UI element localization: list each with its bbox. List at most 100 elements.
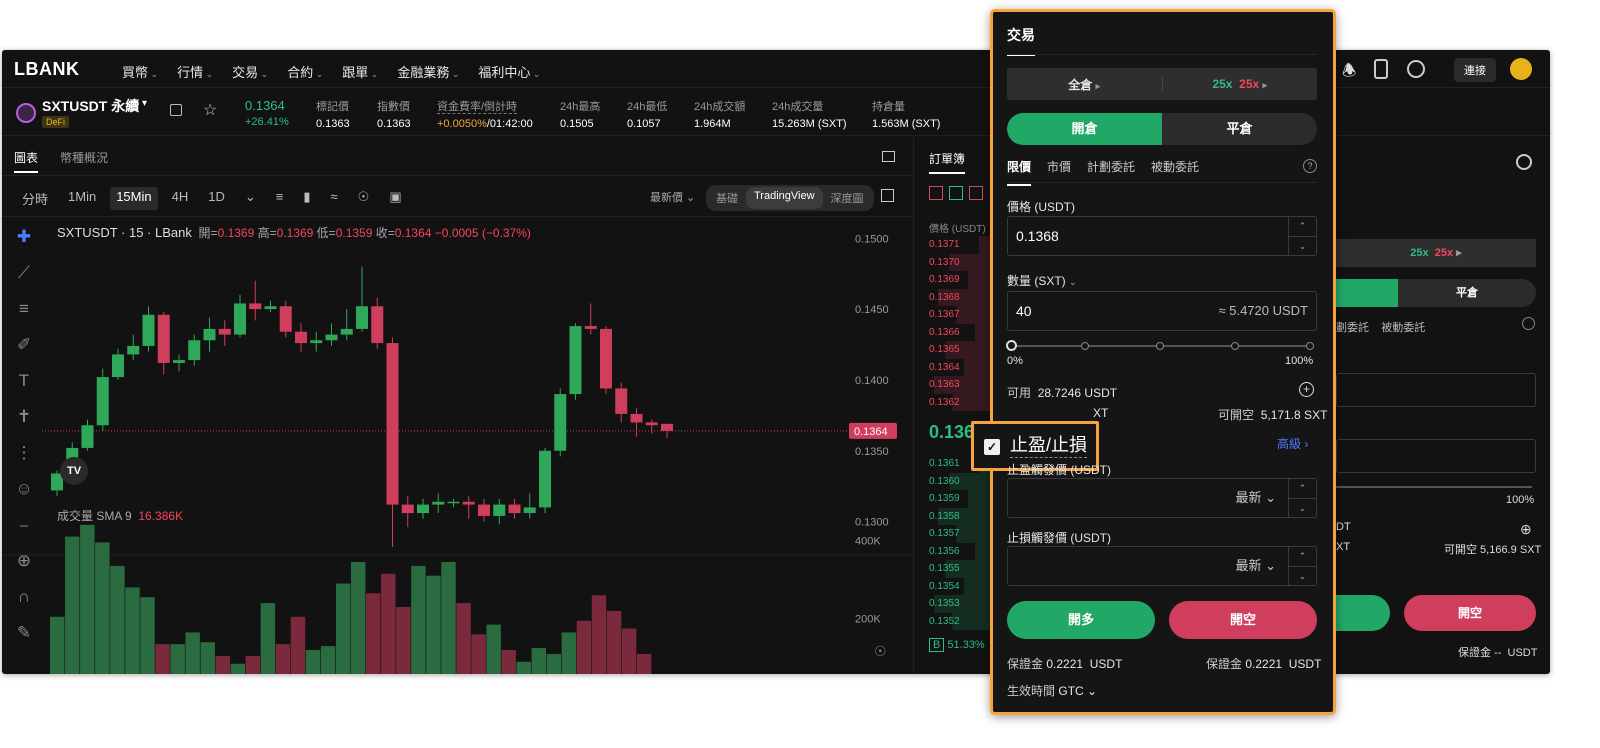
bg-price-input[interactable] bbox=[1336, 373, 1536, 407]
order-book-row[interactable]: 0.1368 bbox=[915, 288, 995, 306]
camera-icon[interactable]: ▣ bbox=[389, 189, 401, 208]
step-up-icon[interactable]: ⌃ bbox=[1289, 547, 1316, 567]
tf-1min[interactable]: 1Min bbox=[68, 189, 96, 208]
mobile-app-icon[interactable] bbox=[1374, 59, 1388, 79]
candle-type-icon[interactable]: ▮ bbox=[303, 189, 310, 208]
view-basic[interactable]: 基礎 bbox=[708, 187, 746, 209]
star-icon[interactable]: ☆ bbox=[203, 100, 217, 120]
order-book-row[interactable]: 0.1358 bbox=[915, 507, 995, 525]
tab-chart[interactable]: 圖表 bbox=[14, 149, 39, 173]
price-stepper[interactable]: ⌃ ⌄ bbox=[1288, 217, 1316, 255]
tf-4h[interactable]: 4H bbox=[172, 189, 189, 208]
indicator-icon[interactable]: ≡ bbox=[276, 189, 284, 208]
step-down-icon[interactable]: ⌄ bbox=[1289, 499, 1316, 518]
order-book-row[interactable]: 0.1363 bbox=[915, 376, 995, 394]
nav-rewards[interactable]: 福利中心 bbox=[478, 62, 540, 81]
nav-futures[interactable]: 合約 bbox=[287, 62, 323, 81]
bg-add-icon[interactable]: ⊕ bbox=[1520, 521, 1532, 538]
bg-short-button[interactable]: 開空 bbox=[1404, 595, 1536, 631]
book-both-icon[interactable] bbox=[929, 186, 943, 200]
view-tradingview[interactable]: TradingView bbox=[746, 187, 823, 209]
nav-finance[interactable]: 金融業務 bbox=[397, 62, 459, 81]
time-in-force-select[interactable]: 生效時間 GTC ⌄ bbox=[1007, 682, 1097, 699]
help-icon[interactable]: ? bbox=[1303, 159, 1317, 173]
tp-stepper[interactable]: ⌃ ⌄ bbox=[1288, 479, 1316, 517]
expand-icon[interactable] bbox=[881, 189, 894, 202]
order-book-row[interactable]: 0.1362 bbox=[915, 393, 995, 411]
qty-label[interactable]: 數量 (SXT) ⌄ bbox=[1007, 272, 1077, 289]
fullscreen-icon[interactable] bbox=[882, 151, 895, 162]
order-book-row[interactable]: 0.1365 bbox=[915, 341, 995, 359]
sl-stepper[interactable]: ⌃ ⌄ bbox=[1288, 547, 1316, 585]
view-depth[interactable]: 深度圖 bbox=[823, 187, 872, 209]
tab-close-position[interactable]: 平倉 bbox=[1162, 113, 1317, 145]
slider-tick[interactable] bbox=[1306, 342, 1314, 350]
settings-icon[interactable]: ☉ bbox=[358, 189, 370, 208]
nav-trade[interactable]: 交易 bbox=[232, 62, 268, 81]
slider-tick[interactable] bbox=[1231, 342, 1239, 350]
order-book-row[interactable]: 0.1360 bbox=[915, 472, 995, 490]
chevron-down-icon[interactable]: ▾ bbox=[142, 98, 147, 109]
avatar[interactable] bbox=[1510, 58, 1532, 80]
margin-mode-select[interactable]: 全倉 ▸ bbox=[1007, 76, 1162, 93]
price-input[interactable]: 0.1368 ⌃ ⌄ bbox=[1007, 216, 1317, 256]
qty-slider[interactable] bbox=[1006, 340, 1314, 351]
order-book-row[interactable]: 0.1353 bbox=[915, 595, 995, 613]
order-book-row[interactable]: 0.1352 bbox=[915, 612, 995, 630]
bg-long-button[interactable] bbox=[1336, 595, 1390, 631]
tp-trigger-type[interactable]: 最新 ⌄ bbox=[1235, 479, 1276, 517]
bg-qty-input[interactable] bbox=[1336, 439, 1536, 473]
help-icon[interactable] bbox=[1522, 317, 1535, 330]
lbank-logo[interactable]: LBANK bbox=[14, 59, 80, 80]
stat-funding-rate[interactable]: 資金費率/倒計時 +0.0050%/01:42:00 bbox=[437, 98, 533, 130]
open-short-button[interactable]: 開空 bbox=[1169, 601, 1317, 639]
advanced-link[interactable]: 高級 › bbox=[1277, 435, 1308, 452]
tf-more-icon[interactable]: ⌄ bbox=[245, 189, 256, 208]
open-long-button[interactable]: 開多 bbox=[1007, 601, 1155, 639]
tpsl-label[interactable]: 止盈/止損 bbox=[1010, 433, 1088, 458]
tf-15min[interactable]: 15Min bbox=[110, 187, 158, 210]
order-book-row[interactable]: 0.1366 bbox=[915, 323, 995, 341]
leverage-select[interactable]: 25x 25x ▸ bbox=[1336, 239, 1536, 267]
tf-1d[interactable]: 1D bbox=[208, 189, 225, 208]
order-book-row[interactable]: 0.1356 bbox=[915, 542, 995, 560]
book-icon[interactable] bbox=[170, 104, 182, 116]
tab-order-book[interactable]: 訂單簿 bbox=[929, 150, 966, 174]
tab-open-position[interactable]: 開倉 bbox=[1007, 113, 1162, 145]
order-book-row[interactable]: 0.1370 bbox=[915, 253, 995, 271]
nav-markets[interactable]: 行情 bbox=[177, 62, 213, 81]
qty-input[interactable]: 40 ≈ 5.4720 USDT bbox=[1007, 291, 1317, 331]
tab-coin-overview[interactable]: 幣種概況 bbox=[60, 149, 108, 173]
order-book-row[interactable]: 0.1359 bbox=[915, 490, 995, 508]
sl-trigger-type[interactable]: 最新 ⌄ bbox=[1235, 547, 1276, 585]
slider-handle[interactable] bbox=[1006, 340, 1017, 351]
step-down-icon[interactable]: ⌄ bbox=[1289, 237, 1316, 256]
step-up-icon[interactable]: ⌃ bbox=[1289, 479, 1316, 499]
checkbox-checked-icon[interactable]: ✓ bbox=[984, 439, 1000, 455]
order-book-row[interactable]: 0.1369 bbox=[915, 271, 995, 289]
symbol-selector[interactable]: SXTUSDT 永續 bbox=[42, 96, 139, 116]
order-book-row[interactable]: 0.1354 bbox=[915, 577, 995, 595]
order-book-row[interactable]: 0.1367 bbox=[915, 306, 995, 324]
book-asks-icon[interactable] bbox=[969, 186, 983, 200]
order-book-row[interactable]: 0.1364 bbox=[915, 358, 995, 376]
order-book-row[interactable]: 0.1371 bbox=[915, 236, 995, 254]
connect-button[interactable]: 連接 bbox=[1454, 58, 1496, 82]
add-funds-icon[interactable]: + bbox=[1299, 382, 1314, 397]
bell-icon[interactable]: 🕭 bbox=[1342, 60, 1356, 87]
chart-line-icon[interactable]: ≈ bbox=[331, 189, 338, 208]
settings-icon[interactable] bbox=[1516, 154, 1532, 170]
globe-icon[interactable] bbox=[1407, 60, 1425, 78]
slider-tick[interactable] bbox=[1081, 342, 1089, 350]
book-bids-icon[interactable] bbox=[949, 186, 963, 200]
bg-slider[interactable] bbox=[1336, 486, 1532, 488]
step-up-icon[interactable]: ⌃ bbox=[1289, 217, 1316, 237]
slider-tick[interactable] bbox=[1156, 342, 1164, 350]
nav-buy-crypto[interactable]: 買幣 bbox=[122, 62, 158, 81]
open-tab[interactable] bbox=[1336, 279, 1398, 307]
sl-trigger-input[interactable]: 最新 ⌄ ⌃ ⌄ bbox=[1007, 546, 1317, 586]
candlestick-chart[interactable]: 0.1500 0.1450 0.1400 0.1350 0.1300 0.1364 400K… bbox=[2, 217, 913, 674]
order-book-row[interactable]: 0.1355 bbox=[915, 560, 995, 578]
step-down-icon[interactable]: ⌄ bbox=[1289, 567, 1316, 586]
leverage-select[interactable]: 25x 25x ▸ bbox=[1161, 77, 1318, 91]
